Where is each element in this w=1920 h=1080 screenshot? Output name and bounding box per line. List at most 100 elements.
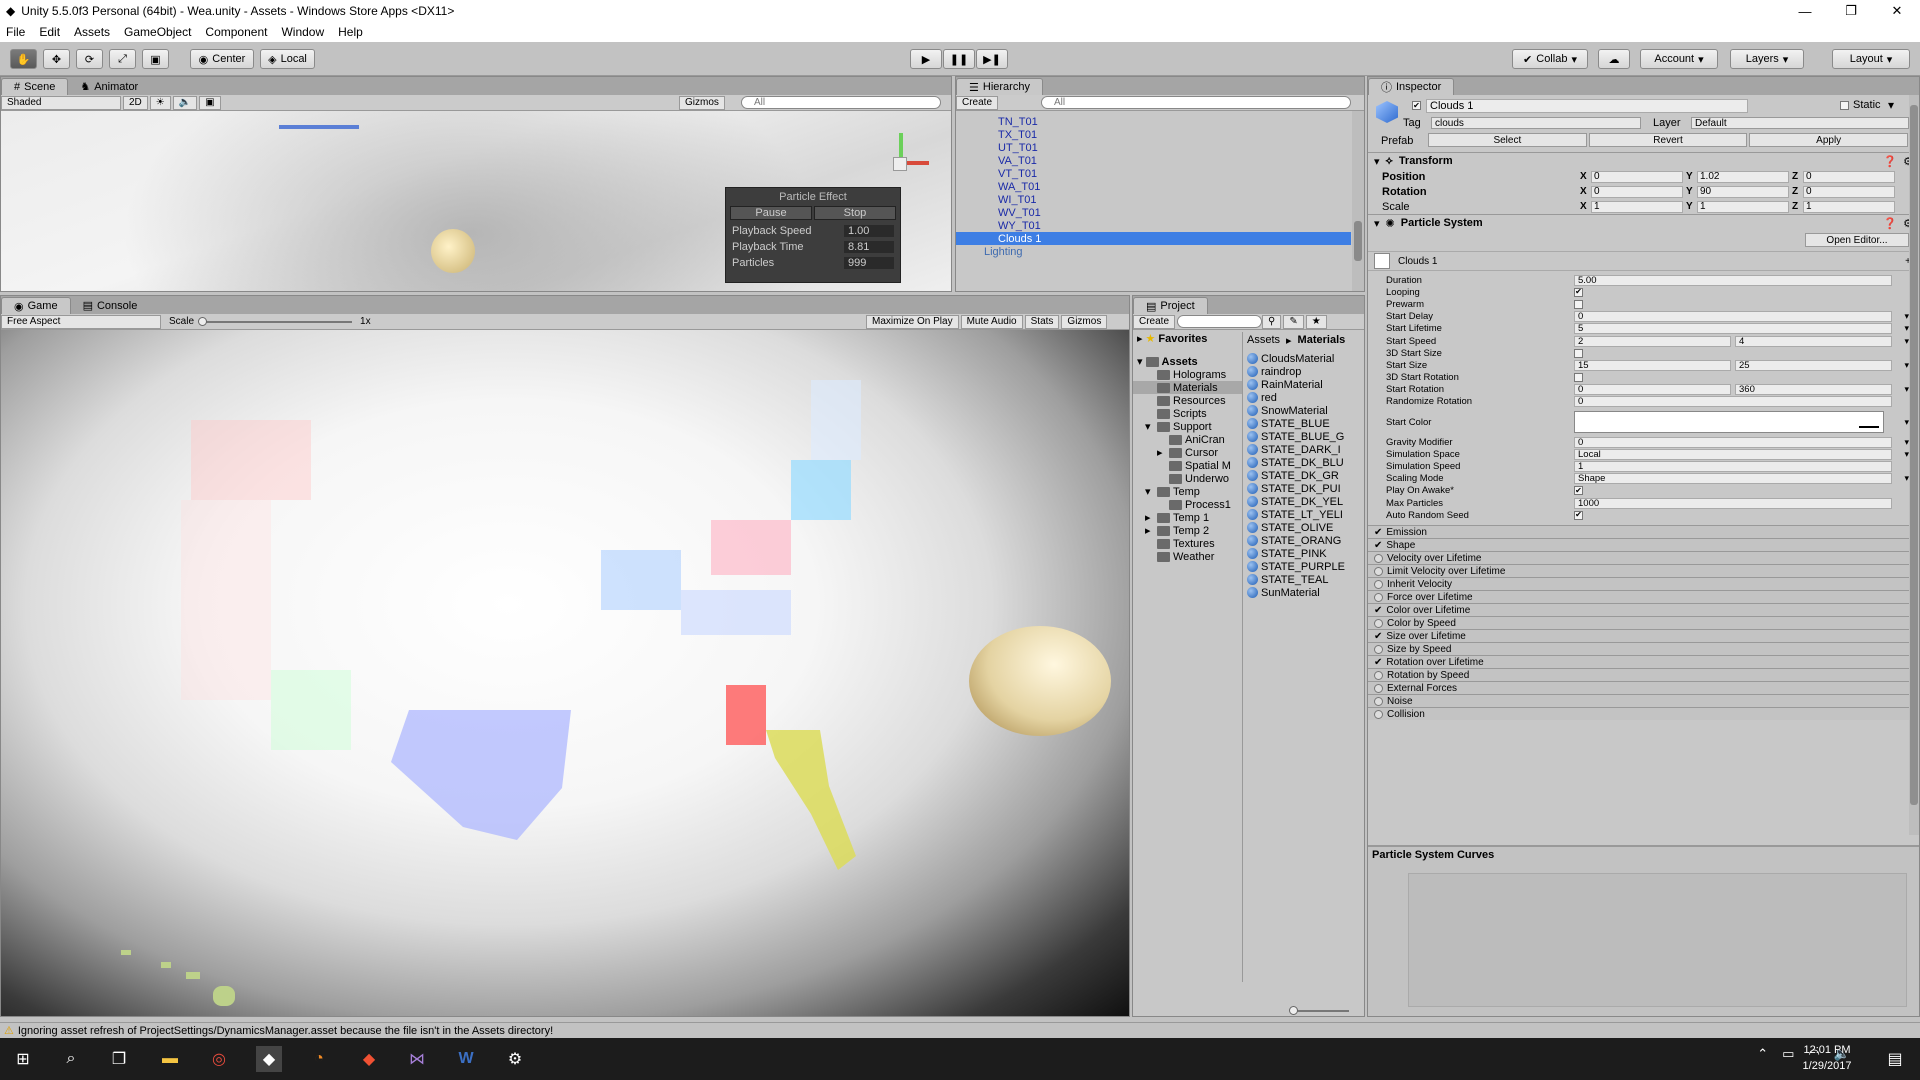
playback-speed-field[interactable]: 1.00	[844, 225, 894, 237]
module-disabled-icon[interactable]	[1374, 670, 1383, 680]
module-disabled-icon[interactable]	[1374, 644, 1383, 654]
foldout-arrow-icon[interactable]: ▾	[1374, 217, 1380, 230]
ps-property-field[interactable]: Shape	[1574, 473, 1892, 485]
particle-pause-button[interactable]: Pause	[730, 206, 812, 220]
prefab-apply-button[interactable]: Apply	[1749, 133, 1909, 147]
curves-area[interactable]	[1408, 873, 1907, 1007]
play-button[interactable]: ▶	[910, 49, 942, 69]
material-asset[interactable]: STATE_BLUE_G	[1247, 430, 1364, 443]
ps-property-field[interactable]: 0	[1574, 311, 1892, 323]
ps-property-field[interactable]: 0	[1574, 436, 1892, 448]
layer-dropdown[interactable]: Default	[1691, 117, 1909, 129]
project-folder[interactable]: Process1	[1133, 498, 1242, 511]
ps-property-checkbox[interactable]	[1574, 348, 1583, 358]
visual-studio-icon[interactable]: ⋈	[404, 1046, 430, 1072]
game-gizmos-dropdown[interactable]: Gizmos	[1061, 314, 1108, 329]
hierarchy-item[interactable]: VA_T01	[956, 154, 1351, 167]
foldout-arrow-icon[interactable]: ▾	[1374, 155, 1380, 168]
static-checkbox[interactable]	[1840, 101, 1849, 110]
material-asset[interactable]: SunMaterial	[1247, 586, 1364, 599]
scene-axis-gizmo[interactable]	[871, 133, 931, 193]
prefab-select-button[interactable]: Select	[1428, 133, 1587, 147]
scale-slider[interactable]	[198, 316, 353, 326]
gizmos-dropdown[interactable]: Gizmos	[679, 95, 725, 110]
ps-module-row[interactable]: ✔ Rotation over Lifetime	[1368, 655, 1919, 669]
pause-button[interactable]: ❚❚	[943, 49, 975, 69]
module-disabled-icon[interactable]	[1374, 553, 1383, 563]
game-viewport[interactable]	[1, 330, 1129, 1016]
project-folder[interactable]: ▸ Cursor	[1133, 446, 1242, 460]
ps-property-checkbox[interactable]: ✔	[1574, 486, 1583, 496]
transform-y-field[interactable]: 1	[1697, 200, 1789, 213]
module-enabled-check-icon[interactable]: ✔	[1374, 631, 1382, 642]
material-asset[interactable]: STATE_LT_YELI	[1247, 508, 1364, 521]
project-folder[interactable]: Spatial M	[1133, 459, 1242, 472]
tab-project[interactable]: ▤ Project	[1133, 297, 1208, 314]
ps-property-checkbox[interactable]: ✔	[1574, 510, 1583, 520]
static-chevron-icon[interactable]: ▾	[1888, 98, 1894, 112]
module-disabled-icon[interactable]	[1374, 709, 1383, 719]
aspect-dropdown[interactable]: Free Aspect	[1, 314, 161, 329]
hierarchy-item[interactable]: WA_T01	[956, 180, 1351, 193]
module-disabled-icon[interactable]	[1374, 579, 1383, 589]
material-asset[interactable]: STATE_DK_GR	[1247, 469, 1364, 482]
move-tool-button[interactable]: ✥	[43, 49, 70, 69]
transform-z-field[interactable]: 1	[1803, 200, 1895, 213]
module-enabled-check-icon[interactable]: ✔	[1374, 540, 1382, 551]
blender-icon[interactable]: ◔	[306, 1046, 332, 1072]
material-asset[interactable]: STATE_ORANG	[1247, 534, 1364, 547]
material-asset[interactable]: RainMaterial	[1247, 378, 1364, 391]
menu-window[interactable]: Window	[281, 25, 324, 39]
transform-x-field[interactable]: 1	[1591, 200, 1683, 213]
help-icon[interactable]: ❓	[1883, 155, 1897, 168]
lighting-toggle-icon[interactable]: ☀	[149, 95, 171, 110]
notifications-icon[interactable]: ▤	[1882, 1046, 1908, 1072]
filter-label-icon[interactable]: ✎	[1283, 314, 1304, 329]
ps-module-row[interactable]: Inherit Velocity	[1368, 577, 1919, 591]
ps-module-row[interactable]: Limit Velocity over Lifetime	[1368, 564, 1919, 578]
rotate-tool-button[interactable]: ⟳	[76, 49, 103, 69]
close-button[interactable]: ✕	[1874, 0, 1920, 22]
ps-module-row[interactable]: Collision	[1368, 707, 1919, 721]
ps-module-row[interactable]: ✔ Size over Lifetime	[1368, 629, 1919, 643]
ps-property-field[interactable]: 1000	[1574, 497, 1892, 509]
ps-property-checkbox[interactable]	[1574, 373, 1583, 383]
audio-toggle-icon[interactable]: 🔈	[172, 95, 198, 110]
hierarchy-item[interactable]: VT_T01	[956, 167, 1351, 180]
material-asset[interactable]: STATE_DK_PUI	[1247, 482, 1364, 495]
scene-move-handle[interactable]	[279, 125, 359, 129]
transform-y-field[interactable]: 1.02	[1697, 170, 1789, 183]
hierarchy-item[interactable]: WV_T01	[956, 206, 1351, 219]
ps-property-field-max[interactable]: 25	[1735, 359, 1892, 371]
ps-property-checkbox[interactable]: ✔	[1574, 287, 1583, 297]
project-folder[interactable]: Resources	[1133, 394, 1242, 407]
module-disabled-icon[interactable]	[1374, 683, 1383, 693]
pivot-center-button[interactable]: ◉ Center	[190, 49, 254, 69]
transform-y-field[interactable]: 90	[1697, 185, 1789, 198]
unity-icon[interactable]: ◆	[256, 1046, 282, 1072]
task-view-icon[interactable]: ❐	[106, 1046, 132, 1072]
chevron-up-icon[interactable]: ⌃	[1757, 1046, 1768, 1062]
ps-property-checkbox[interactable]	[1574, 299, 1583, 309]
search-icon[interactable]: ⌕	[58, 1046, 84, 1072]
pivot-local-button[interactable]: ◈ Local	[260, 49, 315, 69]
project-folder[interactable]: AniCran	[1133, 433, 1242, 446]
transform-x-field[interactable]: 0	[1591, 185, 1683, 198]
windows-start-icon[interactable]: ⊞	[10, 1046, 36, 1072]
ps-property-field[interactable]: Local	[1574, 448, 1892, 460]
tab-game[interactable]: ◉ Game	[1, 297, 71, 314]
start-color-field[interactable]	[1574, 411, 1884, 434]
material-asset[interactable]: STATE_DK_BLU	[1247, 456, 1364, 469]
2d-toggle[interactable]: 2D	[123, 95, 148, 110]
assets-root-folder[interactable]: ▾ Assets	[1133, 355, 1242, 369]
ps-module-row[interactable]: ✔ Emission	[1368, 525, 1919, 539]
hierarchy-item[interactable]: Lighting	[956, 245, 1351, 258]
mute-audio-toggle[interactable]: Mute Audio	[960, 314, 1023, 329]
step-button[interactable]: ▶❚	[976, 49, 1008, 69]
hierarchy-item[interactable]: WI_T01	[956, 193, 1351, 206]
object-name-field[interactable]: Clouds 1	[1426, 99, 1748, 113]
project-search-input[interactable]	[1177, 315, 1263, 328]
open-editor-button[interactable]: Open Editor...	[1805, 233, 1909, 247]
filter-type-icon[interactable]: ⚲	[1262, 314, 1282, 329]
material-asset[interactable]: STATE_DARK_I	[1247, 443, 1364, 456]
